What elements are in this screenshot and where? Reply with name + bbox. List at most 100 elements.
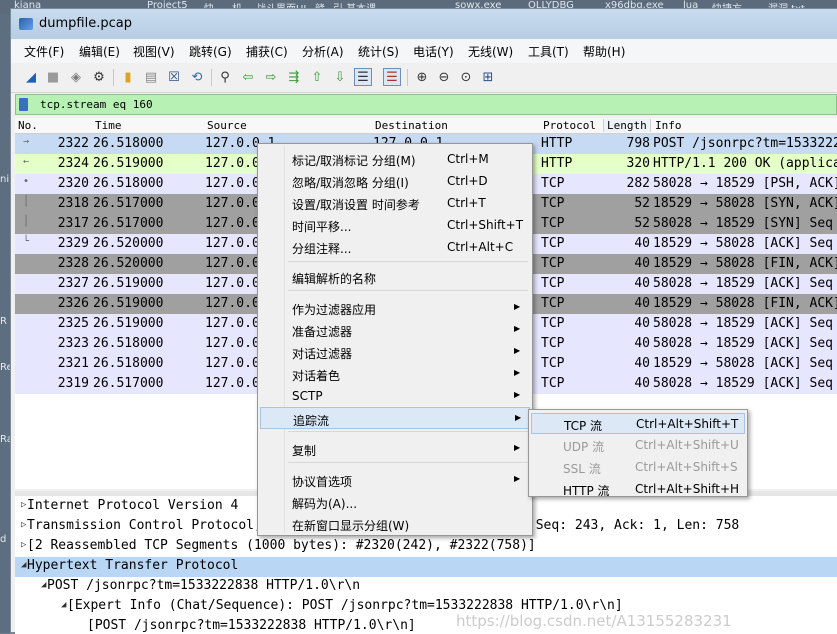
packet-info: 58028 → 18529 [ACK] Seq <box>653 336 834 351</box>
column-header-info[interactable]: Info <box>655 119 682 132</box>
expand-arrow-icon[interactable]: ▷ <box>21 500 26 510</box>
packet-list-header: No. Time Source Destination Protocol Len… <box>15 118 837 134</box>
context-menu-item[interactable]: 复制 ▶ <box>260 438 530 460</box>
save-file-icon[interactable]: ▤ <box>142 68 160 86</box>
zoom-in-icon[interactable]: ⊕ <box>413 68 431 86</box>
context-menu-item[interactable]: 对话过滤器 ▶ <box>260 341 530 363</box>
packet-length: 52 <box>634 216 650 231</box>
packet-info: POST /jsonrpc?tm=1533222838 HTTP/1.0 <box>653 136 837 151</box>
detail-line[interactable]: ◢ Hypertext Transfer Protocol <box>15 557 837 577</box>
reload-icon[interactable]: ⟲ <box>188 68 206 86</box>
detail-line[interactable]: ◢ POST /jsonrpc?tm=1533222838 HTTP/1.0\r\… <box>15 577 837 597</box>
menu-item-shortcut: Ctrl+D <box>447 174 488 188</box>
context-menu-item[interactable]: 在新窗口显示分组(W) <box>260 513 530 535</box>
bookmark-icon[interactable] <box>19 98 28 111</box>
column-header-protocol[interactable]: Protocol <box>543 119 596 132</box>
context-menu-item[interactable]: 作为过滤器应用 ▶ <box>260 297 530 319</box>
shark-fin-start-icon[interactable]: ◢ <box>22 68 40 86</box>
menu-item-label: 准备过滤器 <box>292 325 353 339</box>
column-header-time[interactable]: Time <box>95 119 122 132</box>
context-menu-item[interactable]: 时间平移... Ctrl+Shift+T <box>260 214 530 236</box>
column-header-no[interactable]: No. <box>18 119 38 132</box>
context-menu-item[interactable]: 解码为(A)... <box>260 491 530 513</box>
submenu-item[interactable]: HTTP 流 Ctrl+Alt+Shift+H <box>531 479 745 500</box>
menu-capture[interactable]: 捕获(C) <box>246 43 288 60</box>
submenu-item[interactable]: TCP 流 Ctrl+Alt+Shift+T <box>531 413 745 434</box>
context-menu-item[interactable]: 协议首选项 ▶ <box>260 469 530 491</box>
zoom-normal-icon[interactable]: ⊙ <box>457 68 475 86</box>
colorize-icon[interactable]: ☰ <box>383 68 401 86</box>
menu-statistics[interactable]: 统计(S) <box>358 43 399 60</box>
context-menu-item[interactable]: 忽略/取消忽略 分组(I) Ctrl+D <box>260 170 530 192</box>
submenu-arrow-icon: ▶ <box>514 368 521 377</box>
menu-item-label: 追踪流 <box>293 414 330 428</box>
menu-telephony[interactable]: 电话(Y) <box>413 43 454 60</box>
title-bar[interactable]: dumpfile.pcap <box>11 9 837 39</box>
menu-view[interactable]: 视图(V) <box>133 43 175 60</box>
detail-text: [POST /jsonrpc?tm=1533222838 HTTP/1.0\r\… <box>87 618 416 633</box>
close-file-icon[interactable]: ☒ <box>165 68 183 86</box>
menu-item-label: 分组注释... <box>292 242 352 256</box>
go-to-packet-icon[interactable]: ⇶ <box>285 68 303 86</box>
detail-text: Internet Protocol Version 4 <box>27 498 239 513</box>
packet-protocol: TCP <box>541 236 565 251</box>
context-menu-item[interactable]: 标记/取消标记 分组(M) Ctrl+M <box>260 148 530 170</box>
first-packet-icon[interactable]: ⇧ <box>308 68 326 86</box>
submenu-item[interactable]: SSL 流 Ctrl+Alt+Shift+S <box>531 457 745 478</box>
options-gear-icon[interactable]: ⚙ <box>90 68 108 86</box>
menu-file[interactable]: 文件(F) <box>24 43 64 60</box>
menu-item-label: 在新窗口显示分组(W) <box>292 519 410 533</box>
stop-square-icon[interactable]: ■ <box>44 68 62 86</box>
submenu-item[interactable]: UDP 流 Ctrl+Alt+Shift+U <box>531 435 745 456</box>
column-header-length[interactable]: Length <box>603 119 651 132</box>
desktop-left-label: R <box>0 316 7 327</box>
menu-go[interactable]: 跳转(G) <box>189 43 232 60</box>
menu-item-shortcut: Ctrl+M <box>447 152 489 166</box>
restart-icon[interactable]: ◈ <box>67 68 85 86</box>
column-header-destination[interactable]: Destination <box>375 119 448 132</box>
packet-info: 18529 → 58028 [ACK] Seq <box>653 236 834 251</box>
packet-length: 40 <box>634 376 650 391</box>
forward-arrow-icon[interactable]: ⇨ <box>262 68 280 86</box>
display-filter-input[interactable]: tcp.stream eq 160 <box>40 98 153 111</box>
menu-separator <box>288 462 528 463</box>
zoom-out-icon[interactable]: ⊖ <box>435 68 453 86</box>
collapse-arrow-icon[interactable]: ◢ <box>41 580 46 590</box>
submenu-item-label: UDP 流 <box>563 440 605 454</box>
detail-line[interactable]: ▷ [2 Reassembled TCP Segments (1000 bytes… <box>15 537 837 557</box>
collapse-arrow-icon[interactable]: ◢ <box>61 600 66 610</box>
menu-analyze[interactable]: 分析(A) <box>302 43 344 60</box>
menu-item-label: 对话过滤器 <box>292 347 353 361</box>
submenu-arrow-icon: ▶ <box>514 324 521 333</box>
packet-info: 58028 → 18529 [ACK] Seq <box>653 316 834 331</box>
context-menu-item[interactable]: 编辑解析的名称 <box>260 266 530 288</box>
context-menu-item[interactable]: 分组注释... Ctrl+Alt+C <box>260 236 530 258</box>
desktop-left-label: d <box>0 534 7 545</box>
menu-wireless[interactable]: 无线(W) <box>468 43 513 60</box>
context-menu-item[interactable]: SCTP ▶ <box>260 385 530 407</box>
resize-columns-icon[interactable]: ⊞ <box>479 68 497 86</box>
find-magnifier-icon[interactable]: ⚲ <box>216 68 234 86</box>
menu-edit[interactable]: 编辑(E) <box>79 43 120 60</box>
toolbar-separator <box>407 69 408 86</box>
packet-length: 40 <box>634 336 650 351</box>
last-packet-icon[interactable]: ⇩ <box>331 68 349 86</box>
context-menu-item[interactable]: 设置/取消设置 时间参考 Ctrl+T <box>260 192 530 214</box>
submenu-item-shortcut: Ctrl+Alt+Shift+T <box>636 417 739 431</box>
menu-help[interactable]: 帮助(H) <box>583 43 625 60</box>
expand-arrow-icon[interactable]: ▷ <box>21 540 26 550</box>
open-folder-icon[interactable]: ▮ <box>119 68 137 86</box>
context-menu-item[interactable]: 追踪流 ▶ <box>260 407 530 429</box>
column-header-source[interactable]: Source <box>207 119 247 132</box>
packet-length: 40 <box>634 296 650 311</box>
back-arrow-icon[interactable]: ⇦ <box>239 68 257 86</box>
context-menu-item[interactable]: 准备过滤器 ▶ <box>260 319 530 341</box>
menu-tools[interactable]: 工具(T) <box>528 43 569 60</box>
related-packet-indicator: │ <box>23 196 30 207</box>
packet-protocol: TCP <box>541 176 565 191</box>
context-menu-item[interactable]: 对话着色 ▶ <box>260 363 530 385</box>
display-filter-bar[interactable]: tcp.stream eq 160 <box>15 94 837 115</box>
auto-scroll-icon[interactable]: ☰ <box>354 68 372 86</box>
expand-arrow-icon[interactable]: ▷ <box>21 520 26 530</box>
collapse-arrow-icon[interactable]: ◢ <box>21 560 26 570</box>
